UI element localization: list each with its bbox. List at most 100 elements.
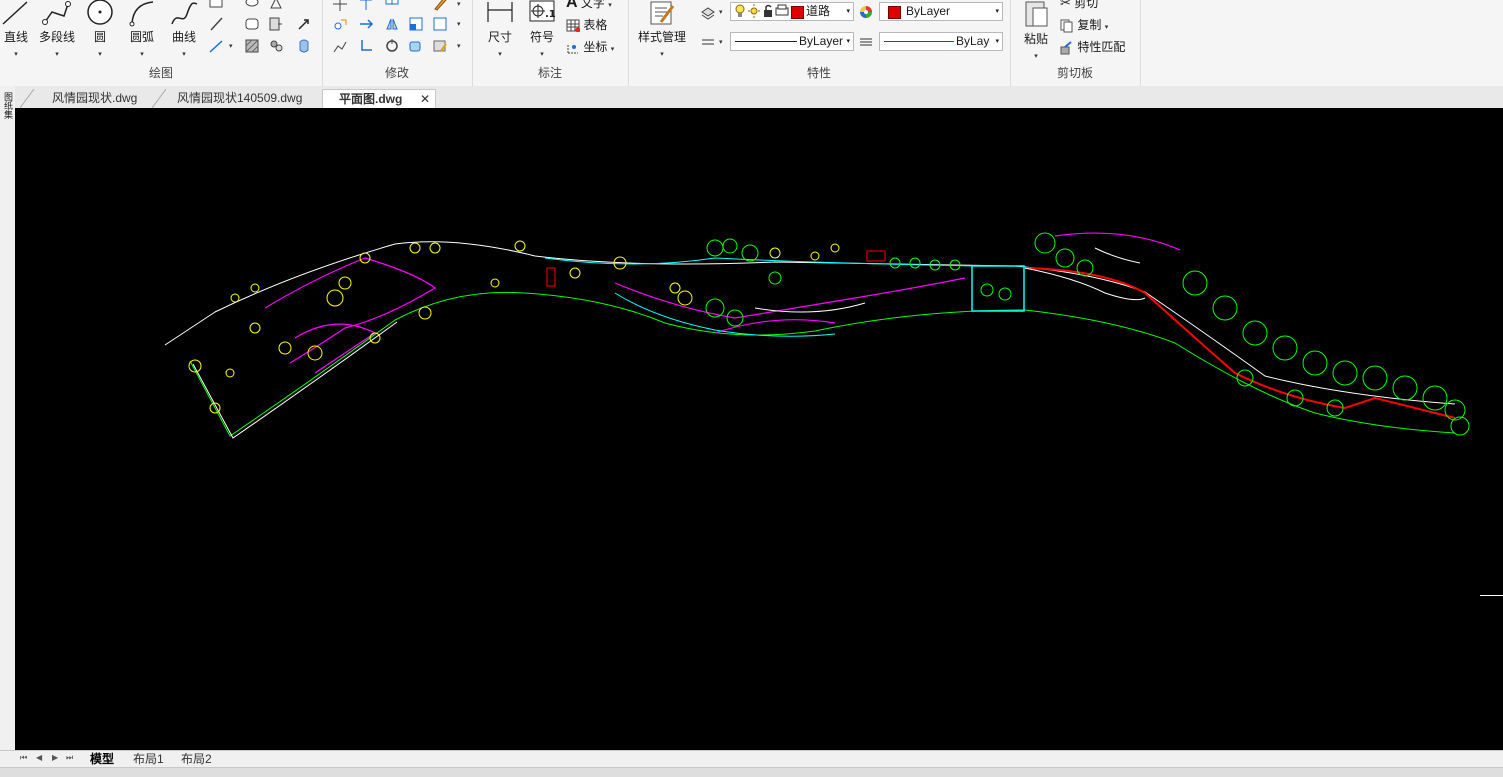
file-tab-2[interactable]: 平面图.dwg ✕: [322, 89, 436, 108]
copy-button[interactable]: 复制 ▾: [1060, 16, 1108, 33]
copy-label: 复制: [1077, 18, 1102, 32]
match-properties-label: 特性匹配: [1077, 40, 1126, 54]
match-properties-button[interactable]: 特性匹配: [1060, 38, 1125, 55]
prev-tab-icon[interactable]: ◀: [36, 753, 42, 762]
edit-hatch-dropdown-caret[interactable]: ▾: [457, 42, 461, 50]
last-tab-icon[interactable]: ⏭: [66, 753, 73, 763]
region-icon[interactable]: [268, 38, 284, 54]
pencil-icon[interactable]: [432, 0, 448, 12]
boundary-icon[interactable]: [296, 38, 312, 54]
arc-label: 圆弧: [129, 30, 154, 44]
circle-button[interactable]: 圆 ▾: [82, 0, 118, 59]
polyline-button[interactable]: 多段线 ▾: [36, 0, 78, 59]
road-red: [1024, 267, 1456, 419]
rotate-icon[interactable]: [332, 16, 348, 32]
layer-dropdown[interactable]: 道路 ▾: [730, 2, 854, 21]
arc-button[interactable]: 圆弧 ▾: [124, 0, 160, 59]
ellipse-icon[interactable]: [244, 0, 260, 12]
file-tab-1[interactable]: 风情园现状140509.dwg: [177, 89, 302, 108]
cut-button[interactable]: ✂ 剪切: [1060, 0, 1098, 11]
modify-group-label: 修改: [384, 66, 409, 80]
lineweight-preview-line: [884, 41, 954, 42]
color-swatch: [888, 6, 901, 19]
layout-tab-model[interactable]: 模型: [90, 751, 114, 767]
dimension-label: 尺寸: [487, 30, 512, 44]
trim-icon[interactable]: [358, 0, 374, 12]
lineweight-icon[interactable]: [858, 34, 874, 50]
spline-label: 曲线: [171, 30, 196, 44]
stretch-icon[interactable]: [358, 16, 374, 32]
ribbon: 直线 ▾ 多段线 ▾ 圆 ▾ 圆弧 ▾ 曲线 ▾ ▾ 绘图 ▾ ▾ ▾ 修改 尺…: [0, 0, 1503, 87]
offset-icon[interactable]: [408, 16, 424, 32]
symbol-icon: .1: [529, 0, 556, 22]
array-icon[interactable]: [432, 16, 448, 32]
ray-icon[interactable]: [208, 38, 224, 54]
move-icon[interactable]: [332, 0, 348, 12]
scale-icon[interactable]: [332, 38, 348, 54]
annotation-group-label: 标注: [537, 66, 562, 80]
polygon-icon[interactable]: [268, 0, 284, 12]
arc-icon: [129, 1, 154, 27]
file-tab-0-label: 风情园现状.dwg: [52, 91, 138, 105]
next-tab-icon[interactable]: ▶: [52, 753, 58, 762]
linetype-dropdown[interactable]: ByLayer ▾: [730, 32, 854, 51]
hatch-icon[interactable]: [244, 38, 260, 54]
file-tab-0[interactable]: 风情园现状.dwg: [52, 89, 137, 108]
match-properties-icon: [1060, 41, 1072, 55]
linetype-icon[interactable]: [700, 34, 716, 50]
trees-yellow: [188, 240, 840, 414]
chamfer-icon[interactable]: [384, 38, 400, 54]
color-wheel-icon[interactable]: [858, 4, 874, 20]
linetype-caret[interactable]: ▾: [719, 38, 723, 46]
layer-name: 道路: [806, 4, 831, 18]
polyline-label: 多段线: [38, 30, 75, 44]
drawing-canvas[interactable]: [15, 108, 1503, 750]
copy-object-icon[interactable]: [384, 0, 400, 12]
layout-tab-1[interactable]: 布局1: [133, 751, 164, 767]
line-button[interactable]: 直线 ▾: [0, 0, 32, 59]
table-button[interactable]: 表格: [566, 16, 607, 33]
mirror-icon[interactable]: [384, 16, 400, 32]
first-tab-icon[interactable]: ⏮: [20, 753, 27, 763]
layout-tab-2[interactable]: 布局2: [181, 751, 212, 767]
layer-properties-icon[interactable]: [700, 4, 716, 20]
spline-button[interactable]: 曲线 ▾: [166, 0, 202, 59]
close-tab-icon[interactable]: ✕: [420, 90, 430, 109]
layer-properties-caret[interactable]: ▾: [719, 8, 723, 16]
fillet-icon[interactable]: [358, 38, 374, 54]
style-manager-button[interactable]: 样式管理 ▾: [634, 0, 690, 59]
paste-icon: [1025, 1, 1048, 27]
text-label: 文字: [580, 0, 605, 10]
edit-hatch-icon[interactable]: [432, 38, 448, 54]
coordinate-button[interactable]: 坐标 ▾: [566, 38, 614, 55]
array-dropdown-caret[interactable]: ▾: [457, 20, 461, 28]
dimension-button[interactable]: 尺寸 ▾: [480, 0, 520, 59]
pencil-dropdown-caret[interactable]: ▾: [457, 0, 461, 8]
coordinate-label: 坐标: [583, 40, 608, 54]
construction-line-icon[interactable]: [208, 16, 224, 32]
pick-point-icon[interactable]: [296, 16, 312, 32]
spline-icon: [171, 2, 198, 25]
explode-icon[interactable]: [408, 38, 424, 54]
text-button[interactable]: A 文字 ▾: [566, 0, 612, 12]
insert-block-icon[interactable]: [268, 16, 284, 32]
circle-label: 圆: [93, 30, 106, 44]
linetype-preview-line: [735, 41, 797, 42]
path-network-cyan: [544, 257, 976, 337]
paste-button[interactable]: 粘贴 ▾: [1018, 0, 1054, 61]
file-tab-2-label: 平面图.dwg: [339, 92, 403, 106]
table-label: 表格: [583, 18, 608, 32]
sheet-set-sidebar[interactable]: 图纸集: [0, 86, 15, 750]
color-dropdown[interactable]: ByLayer ▾: [879, 2, 1003, 21]
symbol-button[interactable]: .1 符号 ▾: [522, 0, 562, 59]
site-boundary: [164, 241, 1456, 439]
linetype-value: ByLayer: [799, 34, 844, 48]
sheet-set-label: 图纸集: [3, 92, 13, 119]
rectangle-icon[interactable]: [208, 0, 224, 12]
lineweight-dropdown[interactable]: ByLayer ▾: [879, 32, 1003, 51]
layout-tab-model-label: 模型: [90, 752, 115, 766]
ray-dropdown-caret[interactable]: ▾: [229, 42, 233, 50]
revision-cloud-icon[interactable]: [244, 16, 260, 32]
cad-drawing: [164, 232, 1470, 439]
structures-white: [754, 247, 1146, 313]
